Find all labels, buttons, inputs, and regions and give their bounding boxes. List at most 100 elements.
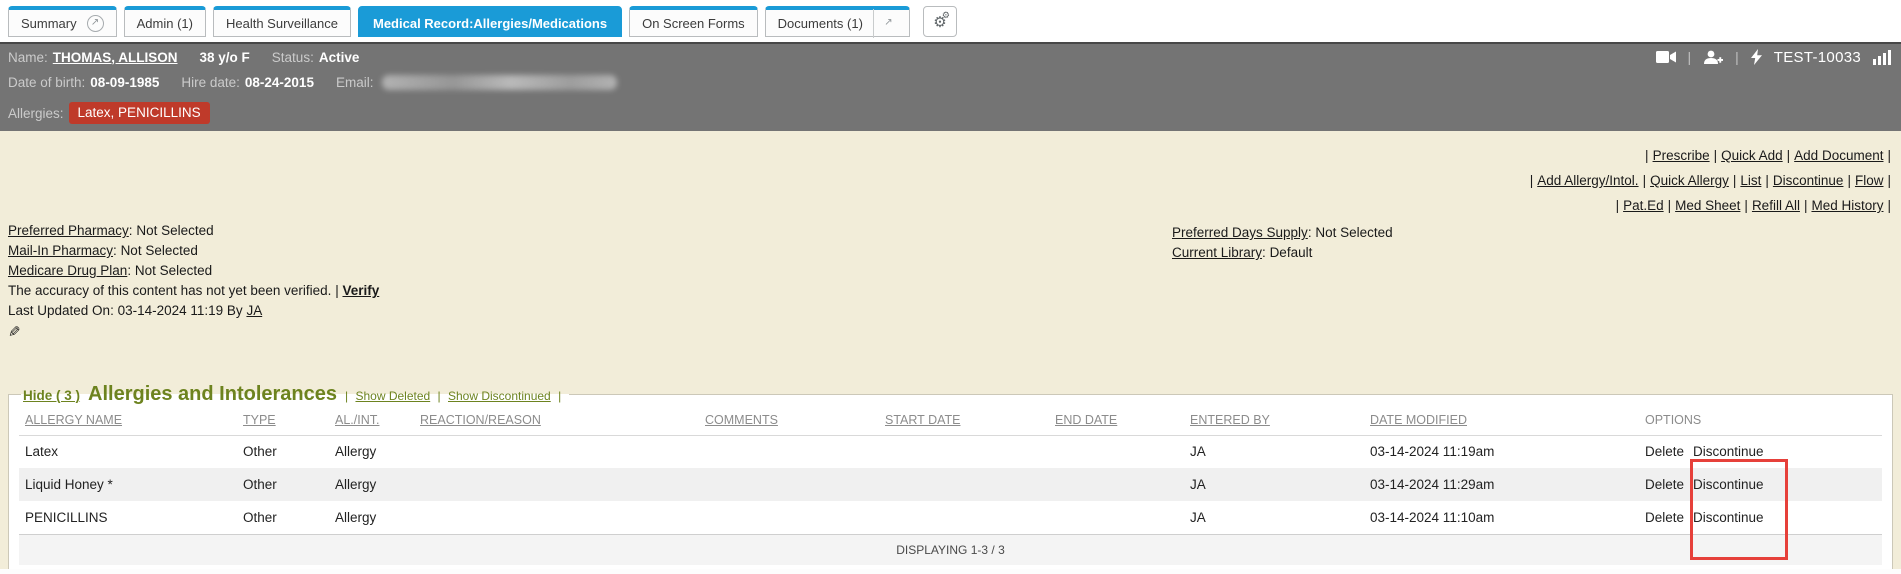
tab-health-surveillance-label: Health Surveillance [226,16,338,31]
tab-medical-record-allergies-medications[interactable]: Medical Record:Allergies/Medications [358,6,622,37]
tab-admin[interactable]: Admin (1) [124,6,206,37]
allergy-row-latex: Latex Other Allergy JA 03-14-2024 11:19a… [19,435,1882,468]
medicare-drug-plan-line: Medicare Drug Plan: Not Selected [8,261,379,281]
allergies-panel-legend: Hide ( 3 ) Allergies and Intolerances | … [21,383,569,406]
tab-summary[interactable]: Summary ↗ [8,6,117,37]
email-label: Email: [336,75,374,90]
tab-documents-label: Documents (1) [778,16,863,31]
dob-label: Date of birth: [8,75,85,90]
last-updated-line: Last Updated On: 03-14-2024 11:19 By JA [8,301,379,321]
patient-dob: 08-09-1985 [90,75,159,90]
hide-count-link[interactable]: Hide ( 3 ) [23,388,80,403]
col-start-date[interactable]: START DATE [879,406,1049,435]
discontinue-link-row1[interactable]: Discontinue [1693,444,1764,459]
col-comments[interactable]: COMMENTS [699,406,879,435]
action-link-flow[interactable]: Flow [1855,173,1884,188]
verify-link[interactable]: Verify [342,283,379,298]
preferred-days-supply-line: Preferred Days Supply: Not Selected [1172,223,1393,243]
preferred-pharmacy-link[interactable]: Preferred Pharmacy [8,223,129,238]
medicare-drug-plan-link[interactable]: Medicare Drug Plan [8,263,127,278]
accuracy-line: The accuracy of this content has not yet… [8,281,379,301]
accuracy-text: The accuracy of this content has not yet… [8,283,331,298]
record-id: TEST-10033 [1774,49,1861,66]
last-updated-text: Last Updated On: 03-14-2024 11:19 By [8,303,243,318]
action-link-refill-all[interactable]: Refill All [1752,198,1800,213]
tab-documents[interactable]: Documents (1) ↗ [765,6,910,37]
gear-small-icon: ⚙ [942,10,950,21]
main-content: |Prescribe|Quick Add|Add Document| |Add … [0,131,1901,574]
allergies-table: ALLERGY NAME TYPE AL./INT. REACTION/REAS… [19,406,1882,565]
tab-bar: Summary ↗ Admin (1) Health Surveillance … [0,0,1901,42]
bar-chart-icon[interactable] [1873,50,1891,65]
add-person-icon[interactable] [1703,50,1723,65]
tab-summary-label: Summary [21,16,77,31]
patient-age-sex: 38 y/o F [200,50,250,65]
mail-in-pharmacy-value: Not Selected [121,243,198,258]
patient-name-link[interactable]: THOMAS, ALLISON [53,50,178,65]
show-discontinued-link[interactable]: Show Discontinued [448,389,551,403]
table-header-row: ALLERGY NAME TYPE AL./INT. REACTION/REAS… [19,406,1882,435]
patient-hire-date: 08-24-2015 [245,75,314,90]
col-allergy-name[interactable]: ALLERGY NAME [19,406,237,435]
delete-link-row2[interactable]: Delete [1645,477,1684,492]
preferred-days-supply-value: Not Selected [1315,225,1392,240]
tab-on-screen-forms[interactable]: On Screen Forms [629,6,758,37]
action-link-add-allergy-intol-[interactable]: Add Allergy/Intol. [1537,173,1638,188]
preferred-pharmacy-value: Not Selected [136,223,213,238]
action-link-add-document[interactable]: Add Document [1794,148,1883,163]
action-link-pat-ed[interactable]: Pat.Ed [1623,198,1664,213]
action-links-row3: |Pat.Ed|Med Sheet|Refill All|Med History… [1530,193,1891,218]
action-link-quick-add[interactable]: Quick Add [1721,148,1783,163]
action-links: |Prescribe|Quick Add|Add Document| |Add … [1530,143,1891,218]
action-link-discontinue[interactable]: Discontinue [1773,173,1844,188]
action-link-quick-allergy[interactable]: Quick Allergy [1650,173,1729,188]
col-entered-by[interactable]: ENTERED BY [1184,406,1364,435]
popout-icon[interactable]: ↗ [87,15,104,32]
tab-on-screen-forms-label: On Screen Forms [642,16,745,31]
bottom-strip [0,569,1901,574]
action-links-row1: |Prescribe|Quick Add|Add Document| [1530,143,1891,168]
popout-icon[interactable]: ↗ [880,15,897,32]
tab-health-surveillance[interactable]: Health Surveillance [213,6,351,37]
name-label: Name: [8,50,48,65]
action-link-prescribe[interactable]: Prescribe [1653,148,1710,163]
allergy-row-penicillins: PENICILLINS Other Allergy JA 03-14-2024 … [19,501,1882,534]
tab-medical-record-label: Medical Record:Allergies/Medications [373,16,607,31]
action-link-list[interactable]: List [1740,173,1761,188]
col-type[interactable]: TYPE [237,406,329,435]
action-link-med-sheet[interactable]: Med Sheet [1675,198,1740,213]
mail-in-pharmacy-link[interactable]: Mail-In Pharmacy [8,243,113,258]
allergies-badge[interactable]: Latex, PENICILLINS [69,102,210,124]
col-end-date[interactable]: END DATE [1049,406,1184,435]
col-date-modified[interactable]: DATE MODIFIED [1364,406,1639,435]
pharmacy-info: Preferred Pharmacy: Not Selected Mail-In… [8,221,379,321]
displaying-count: DISPLAYING 1-3 / 3 [19,534,1882,565]
discontinue-link-row3[interactable]: Discontinue [1693,510,1764,525]
delete-link-row1[interactable]: Delete [1645,444,1684,459]
settings-gear-button[interactable]: ⚙ ⚙ [923,6,957,37]
lightning-bolt-icon[interactable] [1751,49,1762,65]
allergies-panel: Hide ( 3 ) Allergies and Intolerances | … [8,383,1893,571]
allergies-label: Allergies: [8,106,64,121]
video-camera-icon[interactable] [1656,50,1676,64]
delete-link-row3[interactable]: Delete [1645,510,1684,525]
action-link-med-history[interactable]: Med History [1811,198,1883,213]
patient-banner: Name: THOMAS, ALLISON 38 y/o F Status: A… [0,42,1901,131]
discontinue-link-row2[interactable]: Discontinue [1693,477,1764,492]
col-options: OPTIONS [1639,406,1882,435]
allergy-row-liquid-honey: Liquid Honey * Other Allergy JA 03-14-20… [19,468,1882,501]
current-library-value: Default [1270,245,1313,260]
mail-in-pharmacy-line: Mail-In Pharmacy: Not Selected [8,241,379,261]
tab-divider [873,9,874,38]
edit-pencil-icon[interactable]: ✎ [8,323,21,341]
preferred-days-supply-link[interactable]: Preferred Days Supply [1172,225,1308,240]
show-deleted-link[interactable]: Show Deleted [355,389,430,403]
current-library-line: Current Library: Default [1172,243,1393,263]
updated-by-link[interactable]: JA [246,303,262,318]
patient-status: Active [319,50,360,65]
hire-date-label: Hire date: [181,75,240,90]
col-al-int[interactable]: AL./INT. [329,406,414,435]
panel-legend-links: | Show Deleted | Show Discontinued | [345,389,561,403]
col-reaction-reason[interactable]: REACTION/REASON [414,406,699,435]
current-library-link[interactable]: Current Library [1172,245,1262,260]
